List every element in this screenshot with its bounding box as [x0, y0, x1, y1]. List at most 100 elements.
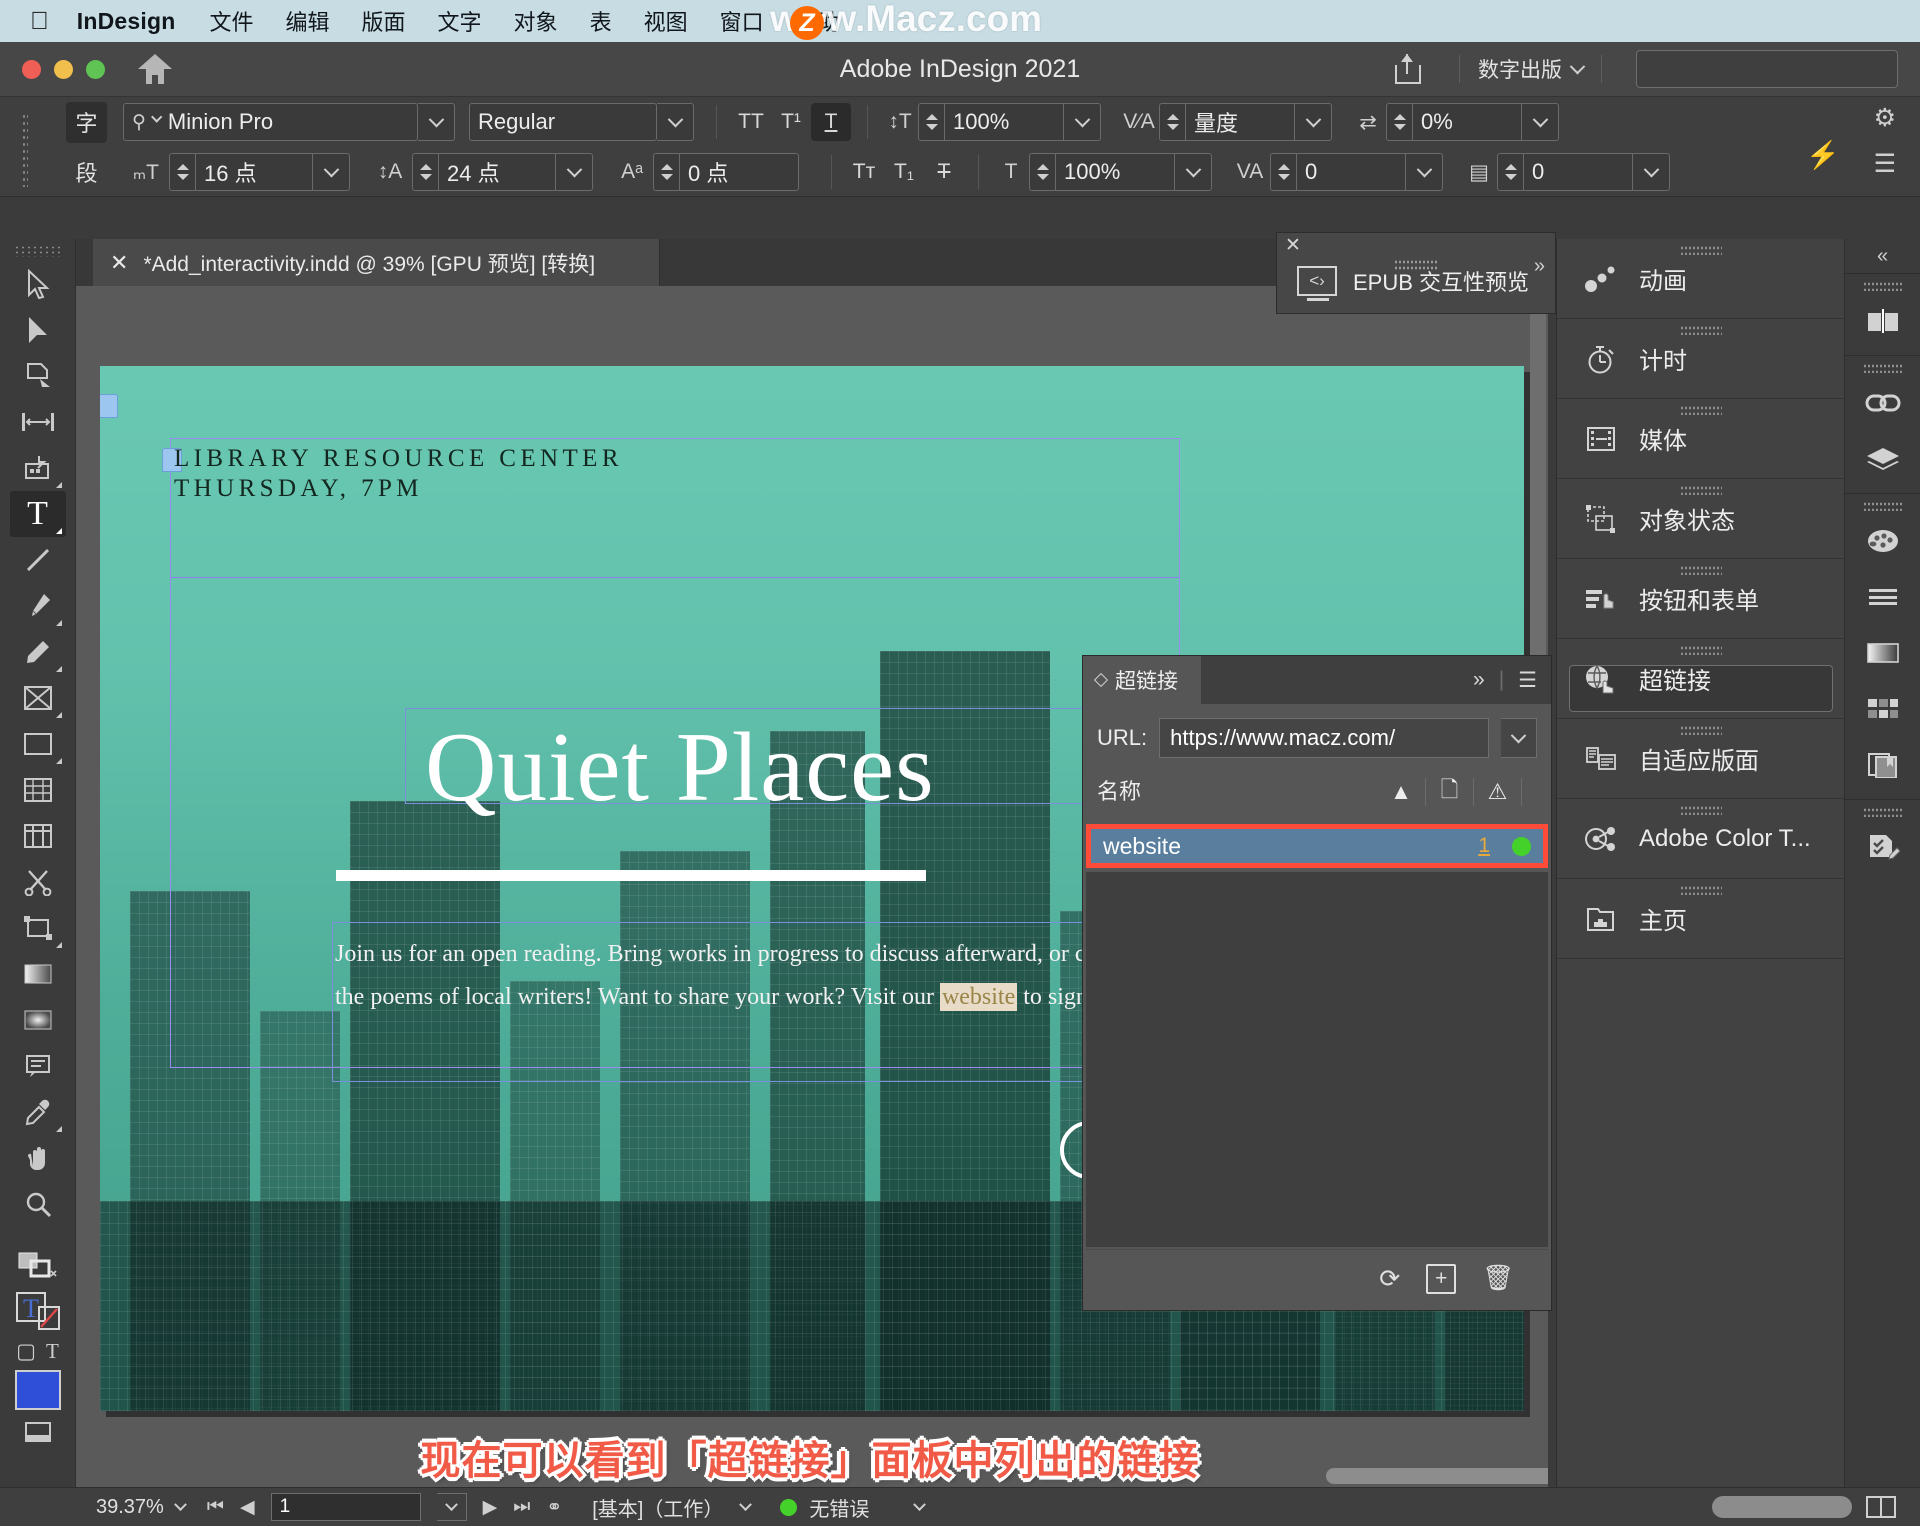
tool-page[interactable] [10, 353, 66, 399]
horizontal-scale-dropdown[interactable] [1175, 153, 1212, 191]
share-icon[interactable] [1395, 54, 1421, 84]
window-controls[interactable] [22, 59, 105, 79]
prev-page-icon[interactable]: ◀ [240, 1496, 255, 1519]
font-size-stepper[interactable] [169, 153, 195, 191]
gear-icon[interactable]: ⚙ [1874, 103, 1896, 133]
panel-item-animation[interactable]: 动画 [1557, 239, 1844, 319]
chevron-down-icon[interactable] [739, 1497, 753, 1511]
tool-scissors[interactable] [10, 859, 66, 905]
tool-note[interactable] [10, 1043, 66, 1089]
layers-icon[interactable] [1855, 431, 1911, 487]
panel-item-liquid-layout[interactable]: 自适应版面 [1557, 719, 1844, 799]
baseline-shift-stepper[interactable] [653, 153, 679, 191]
tool-rectangle[interactable] [10, 721, 66, 767]
close-icon[interactable]: ✕ [1285, 234, 1301, 257]
kerning-input[interactable]: 量度 [1185, 103, 1295, 141]
skew-stepper[interactable] [1386, 103, 1412, 141]
zoom-level-control[interactable]: 39.37% [96, 1496, 187, 1519]
close-window-button[interactable] [22, 59, 41, 79]
column-header-name[interactable]: 名称 [1097, 774, 1141, 806]
panel-item-buttons-forms[interactable]: 按钮和表单 [1557, 559, 1844, 639]
url-input[interactable]: https://www.macz.com/ [1159, 718, 1489, 758]
horizontal-scale-input[interactable]: 100% [1055, 153, 1175, 191]
kerning-stepper[interactable] [1159, 103, 1185, 141]
baseline-shift-input[interactable]: 0 点 [679, 153, 799, 191]
panel-menu-icon[interactable]: ☰ [1518, 668, 1537, 693]
app-name-label[interactable]: InDesign [77, 8, 176, 35]
swatches-grid-icon[interactable] [1855, 681, 1911, 737]
tool-gradient-feather[interactable] [10, 997, 66, 1043]
tracking-input[interactable]: 0 [1296, 153, 1406, 191]
tool-line[interactable] [10, 537, 66, 583]
tool-column[interactable] [10, 813, 66, 859]
hyperlinks-panel[interactable]: 超链接 » | ☰ URL: https://www.macz.com/ 名称 … [1082, 655, 1552, 1311]
links-chain-icon[interactable] [1855, 375, 1911, 431]
font-family-dropdown[interactable] [418, 103, 455, 141]
panel-item-timing[interactable]: 计时 [1557, 319, 1844, 399]
refresh-icon[interactable]: ⟳ [1379, 1264, 1400, 1294]
chevron-down-icon[interactable] [913, 1497, 927, 1511]
url-dropdown[interactable] [1501, 718, 1537, 758]
character-formatting-button[interactable]: 字 [66, 101, 107, 143]
subscript-button[interactable]: T₁ [884, 153, 924, 191]
menu-item-type[interactable]: 文字 [438, 5, 482, 37]
vertical-scale-stepper[interactable] [918, 103, 944, 141]
libraries-icon[interactable] [1855, 737, 1911, 793]
anchor-marker[interactable] [100, 394, 118, 418]
font-style-input[interactable]: Regular [469, 103, 657, 141]
menu-item-file[interactable]: 文件 [209, 5, 253, 37]
kerning-dropdown[interactable] [1295, 103, 1332, 141]
publish-online-dropdown[interactable]: 数字出版 [1478, 54, 1586, 84]
formatting-affects-text-button[interactable]: T [10, 1289, 66, 1335]
all-caps-button[interactable]: TT [731, 103, 771, 141]
tool-pen[interactable] [10, 583, 66, 629]
apple-icon[interactable]:  [30, 8, 49, 34]
tool-pencil[interactable] [10, 629, 66, 675]
tool-free-transform[interactable] [10, 767, 66, 813]
vertical-scale-dropdown[interactable] [1064, 103, 1101, 141]
horizontal-scale-stepper[interactable] [1029, 153, 1055, 191]
screen-mode-button[interactable] [10, 1410, 66, 1456]
tool-type[interactable]: T [9, 491, 66, 537]
toolbar-grip[interactable] [14, 245, 64, 257]
warning-icon[interactable]: ⚠ [1473, 778, 1521, 806]
font-size-dropdown[interactable] [313, 153, 350, 191]
tool-gap[interactable] [10, 399, 66, 445]
trash-icon[interactable]: 🗑 [1482, 1264, 1514, 1293]
leading-input[interactable]: 24 点 [438, 153, 556, 191]
menu-item-view[interactable]: 视图 [644, 5, 688, 37]
tab-hyperlinks[interactable]: 超链接 [1083, 656, 1201, 704]
menu-item-edit[interactable]: 编辑 [286, 5, 330, 37]
page-number-dropdown[interactable] [436, 1493, 467, 1521]
fill-stroke-swatch[interactable] [10, 1243, 66, 1289]
skew-input[interactable]: 0% [1412, 103, 1522, 141]
tool-gradient-swatch[interactable] [10, 951, 66, 997]
small-caps-button[interactable]: Tᴛ [844, 153, 884, 191]
strikethrough-button[interactable]: T [924, 153, 964, 191]
chevron-down-icon[interactable] [173, 1497, 187, 1511]
epub-interactivity-preview-panel[interactable]: ✕ <› EPUB 交互性预览 » [1276, 232, 1556, 314]
menu-item-object[interactable]: 对象 [514, 5, 558, 37]
panel-grip[interactable] [1394, 259, 1438, 270]
apply-color-button[interactable]: ▢ [16, 1339, 36, 1364]
document-icon[interactable]: 🗋 [1425, 777, 1473, 806]
next-page-icon[interactable]: ▶ [483, 1496, 498, 1519]
search-input[interactable] [1636, 50, 1898, 88]
tool-content-collector[interactable] [10, 445, 66, 491]
page-transition-icon[interactable]: ⚭ [546, 1496, 562, 1519]
stroke-lines-icon[interactable] [1855, 569, 1911, 625]
panel-item-hyperlinks[interactable]: 超链接 [1557, 639, 1844, 719]
hyperlink-text-website[interactable]: website [939, 982, 1018, 1011]
preflight-pencil-icon[interactable] [1855, 819, 1911, 875]
home-icon[interactable] [138, 54, 172, 84]
menu-item-layout[interactable]: 版面 [362, 5, 406, 37]
view-mode-icon[interactable] [1866, 1496, 1896, 1518]
menu-item-window[interactable]: 窗口 [720, 5, 764, 37]
double-chevron-right-icon[interactable]: » [1473, 668, 1485, 692]
tool-hand[interactable] [10, 1135, 66, 1181]
apply-text-color-button[interactable]: T [46, 1339, 59, 1364]
panel-item-media[interactable]: 媒体 [1557, 399, 1844, 479]
current-color-swatch[interactable] [14, 1370, 61, 1410]
page-number-input[interactable]: 1 [270, 1493, 421, 1521]
tool-direct-selection[interactable] [10, 307, 66, 353]
